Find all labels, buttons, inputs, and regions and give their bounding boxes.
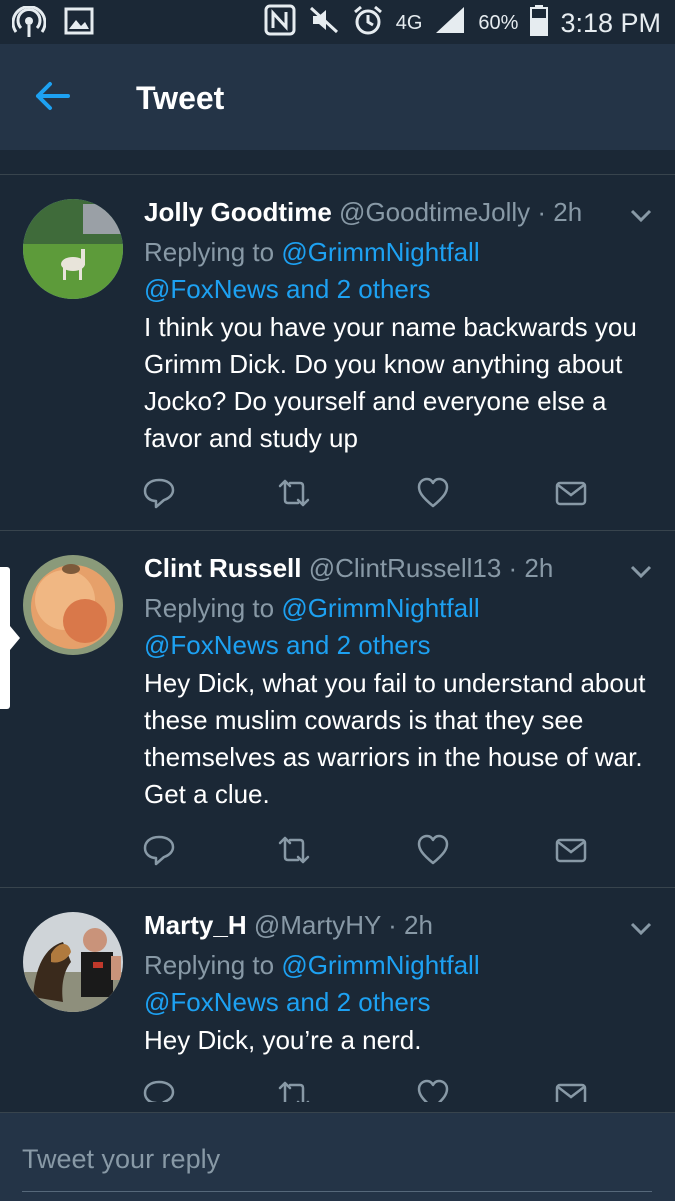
tweet-card[interactable]: Marty_H @MartyHY · 2h Replying to @Grimm… — [0, 888, 675, 1112]
avatar-image — [23, 199, 123, 299]
direct-message-button[interactable] — [554, 476, 590, 512]
back-button[interactable] — [30, 74, 80, 118]
network-type: 4G — [395, 11, 423, 34]
author-name[interactable]: Clint Russell — [144, 553, 301, 583]
page-title: Tweet — [136, 80, 225, 116]
direct-message-button[interactable] — [554, 833, 590, 869]
gallery-icon — [64, 6, 94, 45]
reply-user-link[interactable]: @GrimmNightfall — [281, 593, 479, 623]
retweet-icon — [278, 836, 310, 864]
like-button[interactable] — [416, 1078, 452, 1102]
replying-prefix: Replying to — [144, 593, 282, 623]
chevron-down-icon — [630, 209, 652, 223]
clock: 3:18 PM — [560, 7, 661, 38]
tweet-header: Jolly Goodtime @GoodtimeJolly · 2h — [144, 195, 582, 229]
battery-icon — [530, 4, 549, 41]
tweet-actions — [0, 1078, 675, 1102]
reply-others-link[interactable]: @FoxNews and 2 others — [144, 630, 431, 660]
retweet-button[interactable] — [276, 833, 312, 869]
retweet-icon — [278, 479, 310, 507]
reply-input[interactable]: Tweet your reply — [22, 1139, 652, 1192]
like-button[interactable] — [416, 833, 452, 869]
reply-user-link[interactable]: @GrimmNightfall — [281, 237, 479, 267]
signal-icon — [434, 5, 466, 40]
tweet-card[interactable]: Jolly Goodtime @GoodtimeJolly · 2h Reply… — [0, 175, 675, 531]
envelope-icon — [555, 481, 587, 506]
avatar[interactable] — [23, 555, 123, 655]
chevron-down-icon — [630, 922, 652, 936]
hotspot-icon — [11, 5, 47, 45]
author-name[interactable]: Marty_H — [144, 910, 247, 940]
heart-icon — [417, 834, 449, 865]
replying-prefix: Replying to — [144, 950, 282, 980]
reply-others-link[interactable]: @FoxNews and 2 others — [144, 274, 431, 304]
back-arrow-icon — [36, 82, 70, 110]
battery-percent: 60% — [478, 11, 519, 34]
replying-to: Replying to @GrimmNightfall @FoxNews and… — [144, 234, 654, 308]
previous-tweet-edge — [0, 150, 675, 175]
tweet-actions — [0, 833, 675, 869]
avatar[interactable] — [23, 199, 123, 299]
avatar-image — [23, 555, 123, 655]
reply-user-link[interactable]: @GrimmNightfall — [281, 950, 479, 980]
tweet-time: · 2h — [537, 197, 583, 227]
reply-button[interactable] — [142, 833, 178, 869]
tweet-header: Marty_H @MartyHY · 2h — [144, 908, 433, 942]
tweet-menu-button[interactable] — [629, 563, 653, 581]
nfc-icon — [264, 4, 296, 41]
tweet-text: Hey Dick, what you fail to understand ab… — [144, 668, 646, 809]
status-bar: 4G 60% 3:18 PM — [0, 0, 675, 44]
like-button[interactable] — [416, 476, 452, 512]
envelope-icon — [555, 838, 587, 863]
author-handle[interactable]: @GoodtimeJolly — [339, 197, 530, 227]
avatar-image — [23, 912, 123, 1012]
replying-to: Replying to @GrimmNightfall @FoxNews and… — [144, 947, 654, 1021]
heart-icon — [417, 477, 449, 508]
replying-prefix: Replying to — [144, 237, 282, 267]
reply-icon — [143, 835, 175, 866]
alarm-icon — [352, 4, 384, 41]
retweet-button[interactable] — [276, 476, 312, 512]
tweet-card[interactable]: Clint Russell @ClintRussell13 · 2h Reply… — [0, 531, 675, 888]
replying-to: Replying to @GrimmNightfall @FoxNews and… — [144, 590, 654, 664]
tweet-header: Clint Russell @ClintRussell13 · 2h — [144, 551, 553, 585]
tweet-time: · 2h — [508, 553, 554, 583]
retweet-button[interactable] — [276, 1078, 312, 1102]
envelope-icon — [555, 1083, 587, 1102]
author-handle[interactable]: @MartyHY — [254, 910, 381, 940]
mute-icon — [308, 4, 340, 41]
avatar[interactable] — [23, 912, 123, 1012]
chevron-down-icon — [630, 565, 652, 579]
reply-icon — [143, 1080, 175, 1102]
heart-icon — [417, 1079, 449, 1102]
direct-message-button[interactable] — [554, 1078, 590, 1102]
top-app-bar: Tweet — [0, 44, 675, 150]
tweet-time: · 2h — [388, 910, 433, 940]
tweet-actions — [0, 476, 675, 512]
tweet-menu-button[interactable] — [629, 207, 653, 225]
reply-button[interactable] — [142, 476, 178, 512]
reply-composer: Tweet your reply — [0, 1112, 675, 1201]
tweet-text: Hey Dick, you’re a nerd. — [144, 1025, 422, 1055]
tweet-text: I think you have your name backwards you… — [144, 312, 637, 453]
tweet-menu-button[interactable] — [629, 920, 653, 938]
reply-button[interactable] — [142, 1078, 178, 1102]
edge-panel-handle[interactable] — [0, 567, 10, 709]
retweet-icon — [278, 1081, 310, 1102]
author-handle[interactable]: @ClintRussell13 — [309, 553, 502, 583]
reply-icon — [143, 478, 175, 509]
reply-others-link[interactable]: @FoxNews and 2 others — [144, 987, 431, 1017]
author-name[interactable]: Jolly Goodtime — [144, 197, 332, 227]
edge-panel-arrow-icon — [10, 626, 20, 650]
